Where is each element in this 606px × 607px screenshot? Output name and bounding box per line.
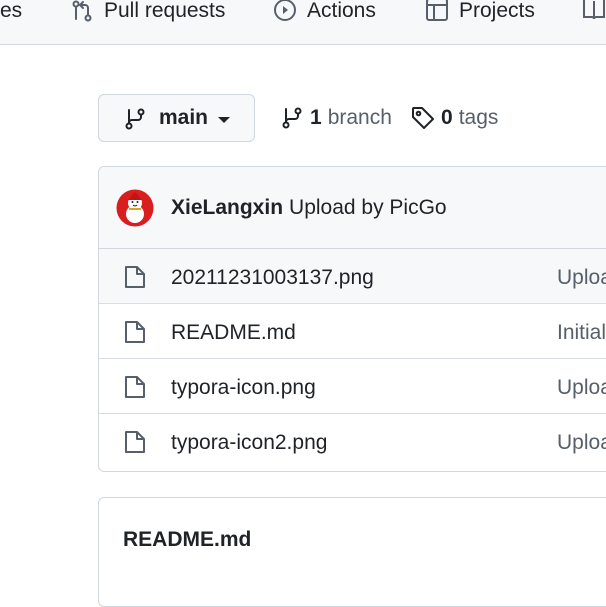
play-icon (274, 0, 296, 21)
branch-name: main (159, 106, 209, 129)
file-icon (125, 266, 145, 288)
nav-tab-actions-label: Actions (307, 0, 376, 22)
file-commit-message[interactable]: Uploa (557, 431, 606, 455)
repo-nav: es Pull requests Actions Projects (0, 0, 606, 45)
git-branch-icon (125, 108, 145, 130)
file-commit-message[interactable]: Uploa (557, 376, 606, 400)
file-row: README.md Initial (99, 304, 606, 359)
git-branch-icon (282, 107, 302, 129)
commit-message[interactable]: Upload by PicGo (289, 196, 447, 219)
branch-select-button[interactable]: main (98, 94, 255, 142)
avatar[interactable] (116, 189, 154, 227)
file-commit-message[interactable]: Initial (557, 321, 606, 345)
branches-link[interactable]: 1 branch (280, 104, 392, 132)
file-name[interactable]: typora-icon.png (171, 376, 316, 400)
file-icon (125, 431, 145, 453)
file-name[interactable]: 20211231003137.png (171, 266, 374, 290)
file-row: 20211231003137.png Uploa (99, 249, 606, 304)
nav-tab-wiki[interactable] (582, 0, 606, 22)
readme-panel: README.md (98, 497, 606, 607)
nav-tab-pull-requests-label: Pull requests (104, 0, 226, 22)
tag-icon (412, 107, 434, 129)
nav-tab-pull-requests[interactable]: Pull requests (70, 0, 225, 22)
file-row: typora-icon2.png Uploa (99, 414, 606, 469)
git-pull-request-icon (72, 0, 92, 22)
branch-label: branch (327, 106, 392, 129)
nav-tab-issues[interactable]: es (0, 0, 22, 22)
branch-count: 1 (310, 106, 322, 129)
file-icon (125, 376, 145, 398)
file-row: typora-icon.png Uploa (99, 359, 606, 414)
commit-author[interactable]: XieLangxin (171, 196, 283, 219)
nav-tab-projects[interactable]: Projects (425, 0, 535, 22)
book-icon (583, 0, 605, 20)
tag-count: 0 (441, 106, 453, 129)
nav-tab-actions[interactable]: Actions (273, 0, 376, 22)
latest-commit: XieLangxin Upload by PicGo (99, 167, 606, 249)
nav-tab-issues-label: es (0, 0, 23, 22)
file-name[interactable]: typora-icon2.png (171, 431, 327, 455)
nav-tab-projects-label: Projects (459, 0, 535, 22)
file-commit-message[interactable]: Uploa (557, 266, 606, 290)
tags-link[interactable]: 0 tags (411, 104, 498, 132)
file-icon (125, 321, 145, 343)
readme-title[interactable]: README.md (123, 528, 251, 552)
tag-label: tags (458, 106, 499, 129)
table-icon (426, 0, 448, 21)
caret-down-icon (218, 117, 230, 123)
file-name[interactable]: README.md (171, 321, 296, 345)
file-list: XieLangxin Upload by PicGo 20211231003137… (98, 166, 606, 472)
